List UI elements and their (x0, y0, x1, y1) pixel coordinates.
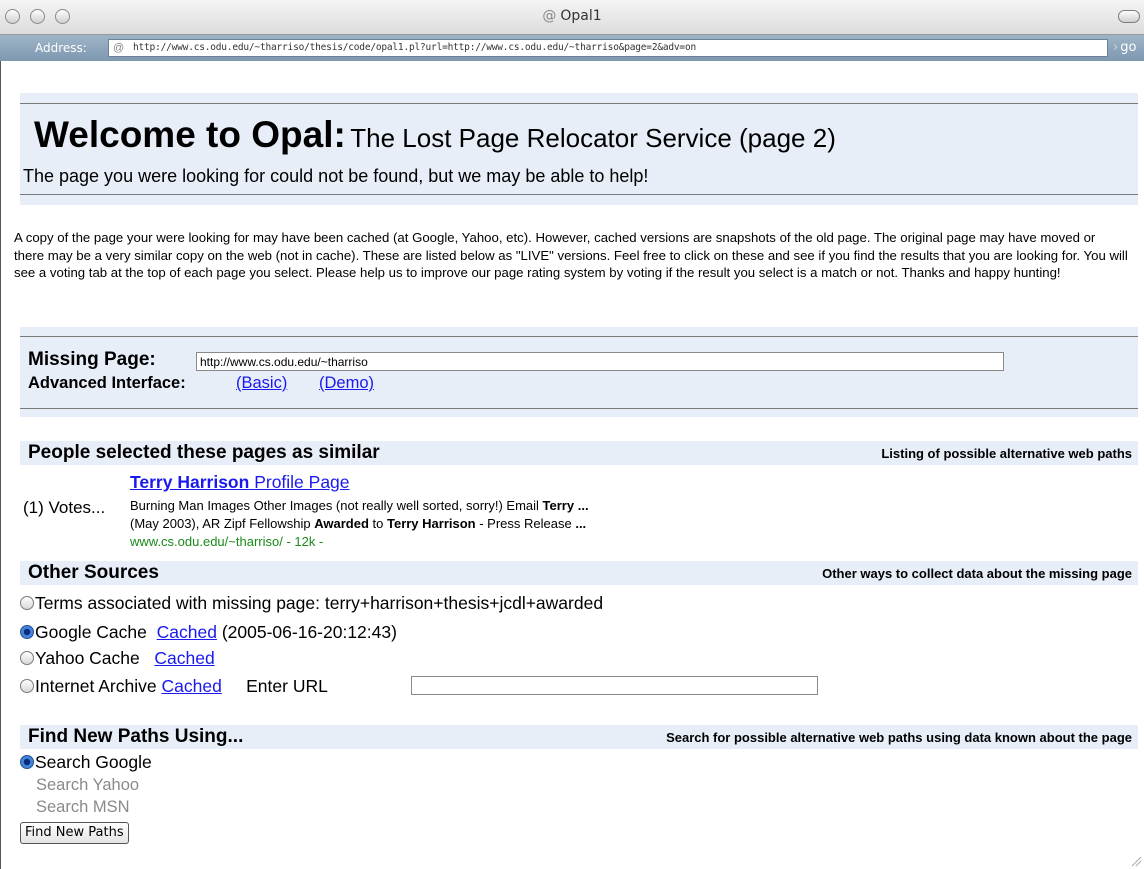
other-sources-bar: Other Sources Other ways to collect data… (20, 561, 1138, 585)
snippet2-d: Terry Harrison (386, 516, 476, 531)
similar-section-title: People selected these pages as similar (28, 442, 380, 463)
resize-grip-icon[interactable] (1130, 855, 1142, 867)
snippet1-b: Terry (542, 498, 575, 513)
terms-row[interactable]: Terms associated with missing page: terr… (20, 593, 603, 614)
go-arrow-icon: › (1113, 40, 1119, 55)
snippet2-c: to (368, 516, 387, 531)
basic-link[interactable]: (Basic) (236, 374, 287, 393)
address-url[interactable]: http://www.cs.odu.edu/~tharriso/thesis/c… (133, 42, 696, 53)
snippet1-c: ... (574, 498, 589, 513)
internet-archive-label: Internet Archive (35, 676, 157, 696)
result-title-link[interactable]: Terry Harrison Profile Page (130, 472, 350, 493)
find-paths-caption: Search for possible alternative web path… (666, 730, 1132, 745)
google-cache-date: (2005-06-16-20:12:43) (221, 622, 397, 642)
result-title-bold: Terry Harrison (130, 472, 250, 492)
intro-text: A copy of the page your were looking for… (14, 230, 1128, 280)
similar-section-bar: People selected these pages as similar L… (20, 441, 1138, 465)
browser-window: @ Opal1 Address: @ http://www.cs.odu.edu/… (0, 0, 1144, 869)
missing-top-rule (20, 336, 1138, 337)
find-paths-title: Find New Paths Using... (28, 726, 244, 747)
window-left-border (0, 61, 1, 869)
address-field[interactable]: @ http://www.cs.odu.edu/~tharriso/thesis… (108, 39, 1108, 57)
internet-archive-row[interactable]: Internet Archive Cached Enter URL (20, 676, 328, 697)
page-title-rest: The Lost Page Relocator Service (page 2) (350, 123, 836, 153)
result-title-rest: Profile Page (254, 472, 350, 492)
search-google-option[interactable]: Search Google (20, 752, 152, 773)
address-label: Address: (35, 41, 87, 55)
address-bar: Address: @ http://www.cs.odu.edu/~tharri… (0, 35, 1144, 61)
header-bottom-rule (20, 194, 1138, 195)
page-globe-icon: @ (542, 8, 557, 24)
similar-section-caption: Listing of possible alternative web path… (881, 446, 1132, 461)
google-cache-row[interactable]: Google Cache Cached (2005-06-16-20:12:43… (20, 622, 397, 643)
result-url: www.cs.odu.edu/~tharriso/ - 12k - (130, 534, 324, 549)
yahoo-cached-link[interactable]: Cached (154, 648, 214, 668)
page-subtitle: The page you were looking for could not … (23, 166, 649, 186)
other-sources-caption: Other ways to collect data about the mis… (822, 566, 1132, 581)
demo-link[interactable]: (Demo) (319, 374, 374, 393)
result-snippet-line2: (May 2003), AR Zipf Fellowship Awarded t… (130, 516, 586, 531)
internet-archive-radio[interactable] (20, 679, 34, 693)
search-yahoo-option: Search Yahoo (36, 776, 140, 794)
advanced-interface-label: Advanced Interface: (28, 374, 186, 392)
snippet2-b: Awarded (314, 516, 369, 531)
find-paths-bar: Find New Paths Using... Search for possi… (20, 725, 1138, 749)
missing-page-box (20, 327, 1138, 417)
header-top-rule (20, 103, 1138, 104)
terms-radio[interactable] (20, 596, 34, 610)
snippet2-e: - Press Release (475, 516, 576, 531)
snippet2-f: ... (575, 516, 587, 531)
enter-url-input[interactable] (411, 676, 818, 695)
snippet2-a: (May 2003), AR Zipf Fellowship (130, 516, 315, 531)
window-title-text: Opal1 (560, 8, 602, 24)
google-cached-link[interactable]: Cached (157, 622, 217, 642)
toolbar-toggle-button[interactable] (1118, 10, 1140, 23)
yahoo-cache-row[interactable]: Yahoo Cache Cached (20, 648, 215, 669)
google-cache-radio[interactable] (20, 625, 34, 639)
result-snippet-line1: Burning Man Images Other Images (not rea… (130, 498, 589, 513)
title-bar: @ Opal1 (0, 0, 1144, 35)
google-cache-label: Google Cache (35, 622, 147, 642)
archive-cached-link[interactable]: Cached (161, 676, 221, 696)
other-sources-title: Other Sources (28, 562, 159, 583)
page-title-bold: Welcome to Opal: (34, 114, 346, 155)
go-button[interactable]: › go (1113, 40, 1136, 55)
search-msn-option: Search MSN (36, 798, 130, 816)
find-new-paths-button[interactable]: Find New Paths (20, 822, 129, 844)
address-globe-icon: @ (113, 42, 125, 54)
terms-label: Terms associated with missing page: terr… (35, 593, 604, 613)
window-title: @ Opal1 (0, 8, 1144, 24)
yahoo-cache-label: Yahoo Cache (35, 648, 140, 668)
search-google-label: Search Google (35, 752, 152, 772)
missing-page-label: Missing Page: (28, 349, 156, 370)
search-google-radio[interactable] (20, 755, 34, 769)
votes-count: (1) Votes... (23, 498, 106, 517)
yahoo-cache-radio[interactable] (20, 651, 34, 665)
go-label: go (1120, 40, 1137, 55)
missing-bottom-rule (20, 408, 1138, 409)
enter-url-label: Enter URL (246, 676, 328, 696)
missing-page-input[interactable] (196, 352, 1004, 371)
snippet1-a: Burning Man Images Other Images (not rea… (130, 498, 543, 513)
page-title: Welcome to Opal: The Lost Page Relocator… (34, 114, 836, 156)
